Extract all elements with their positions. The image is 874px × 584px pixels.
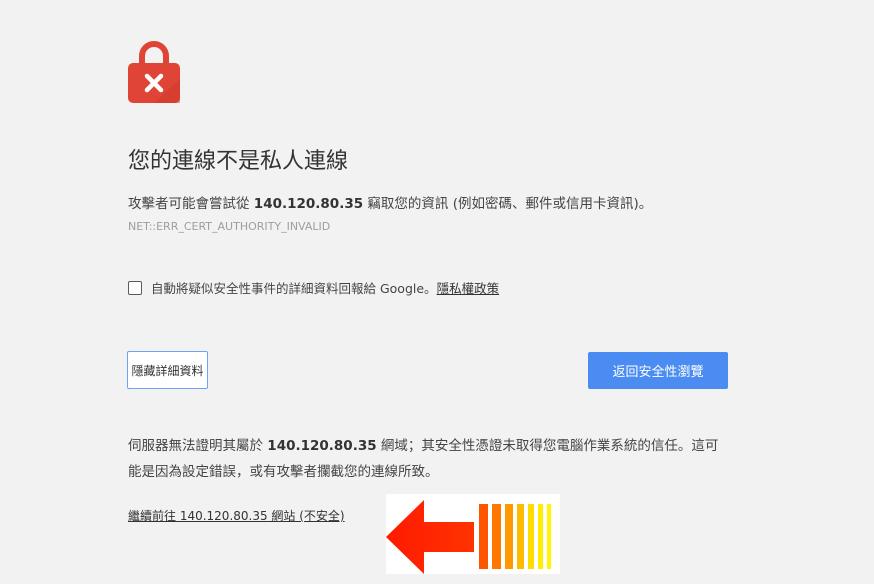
lock-error-icon: [128, 41, 180, 103]
details-explanation: 伺服器無法證明其屬於 140.120.80.35 網域；其安全性憑證未取得您電腦…: [128, 433, 728, 485]
main-description: 攻擊者可能會嘗試從 140.120.80.35 竊取您的資訊 (例如密碼、郵件或…: [128, 192, 652, 212]
report-checkbox[interactable]: [128, 280, 142, 295]
description-prefix: 攻擊者可能會嘗試從: [128, 196, 254, 212]
host-name: 140.120.80.35: [253, 196, 364, 212]
report-option: 自動將疑似安全性事件的詳細資料回報給 Google。 隱私權政策: [128, 278, 499, 297]
privacy-policy-link[interactable]: 隱私權政策: [437, 278, 500, 297]
hide-details-button[interactable]: 隱藏詳細資料: [127, 351, 208, 389]
page-title: 您的連線不是私人連線: [128, 149, 349, 174]
report-label: 自動將疑似安全性事件的詳細資料回報給 Google。: [151, 281, 437, 296]
details-host-name: 140.120.80.35: [267, 438, 377, 454]
back-to-safety-button[interactable]: 返回安全性瀏覽: [588, 352, 728, 389]
error-code: NET::ERR_CERT_AUTHORITY_INVALID: [128, 220, 331, 233]
red-arrow-icon: [386, 500, 551, 574]
interstitial-page: 您的連線不是私人連線 攻擊者可能會嘗試從 140.120.80.35 竊取您的資…: [0, 0, 874, 584]
description-suffix: 竊取您的資訊 (例如密碼、郵件或信用卡資訊)。: [363, 196, 653, 212]
proceed-unsafe-link[interactable]: 繼續前往 140.120.80.35 網站 (不安全): [128, 507, 345, 524]
details-prefix: 伺服器無法證明其屬於: [128, 438, 268, 454]
annotation-overlay: [386, 494, 560, 574]
